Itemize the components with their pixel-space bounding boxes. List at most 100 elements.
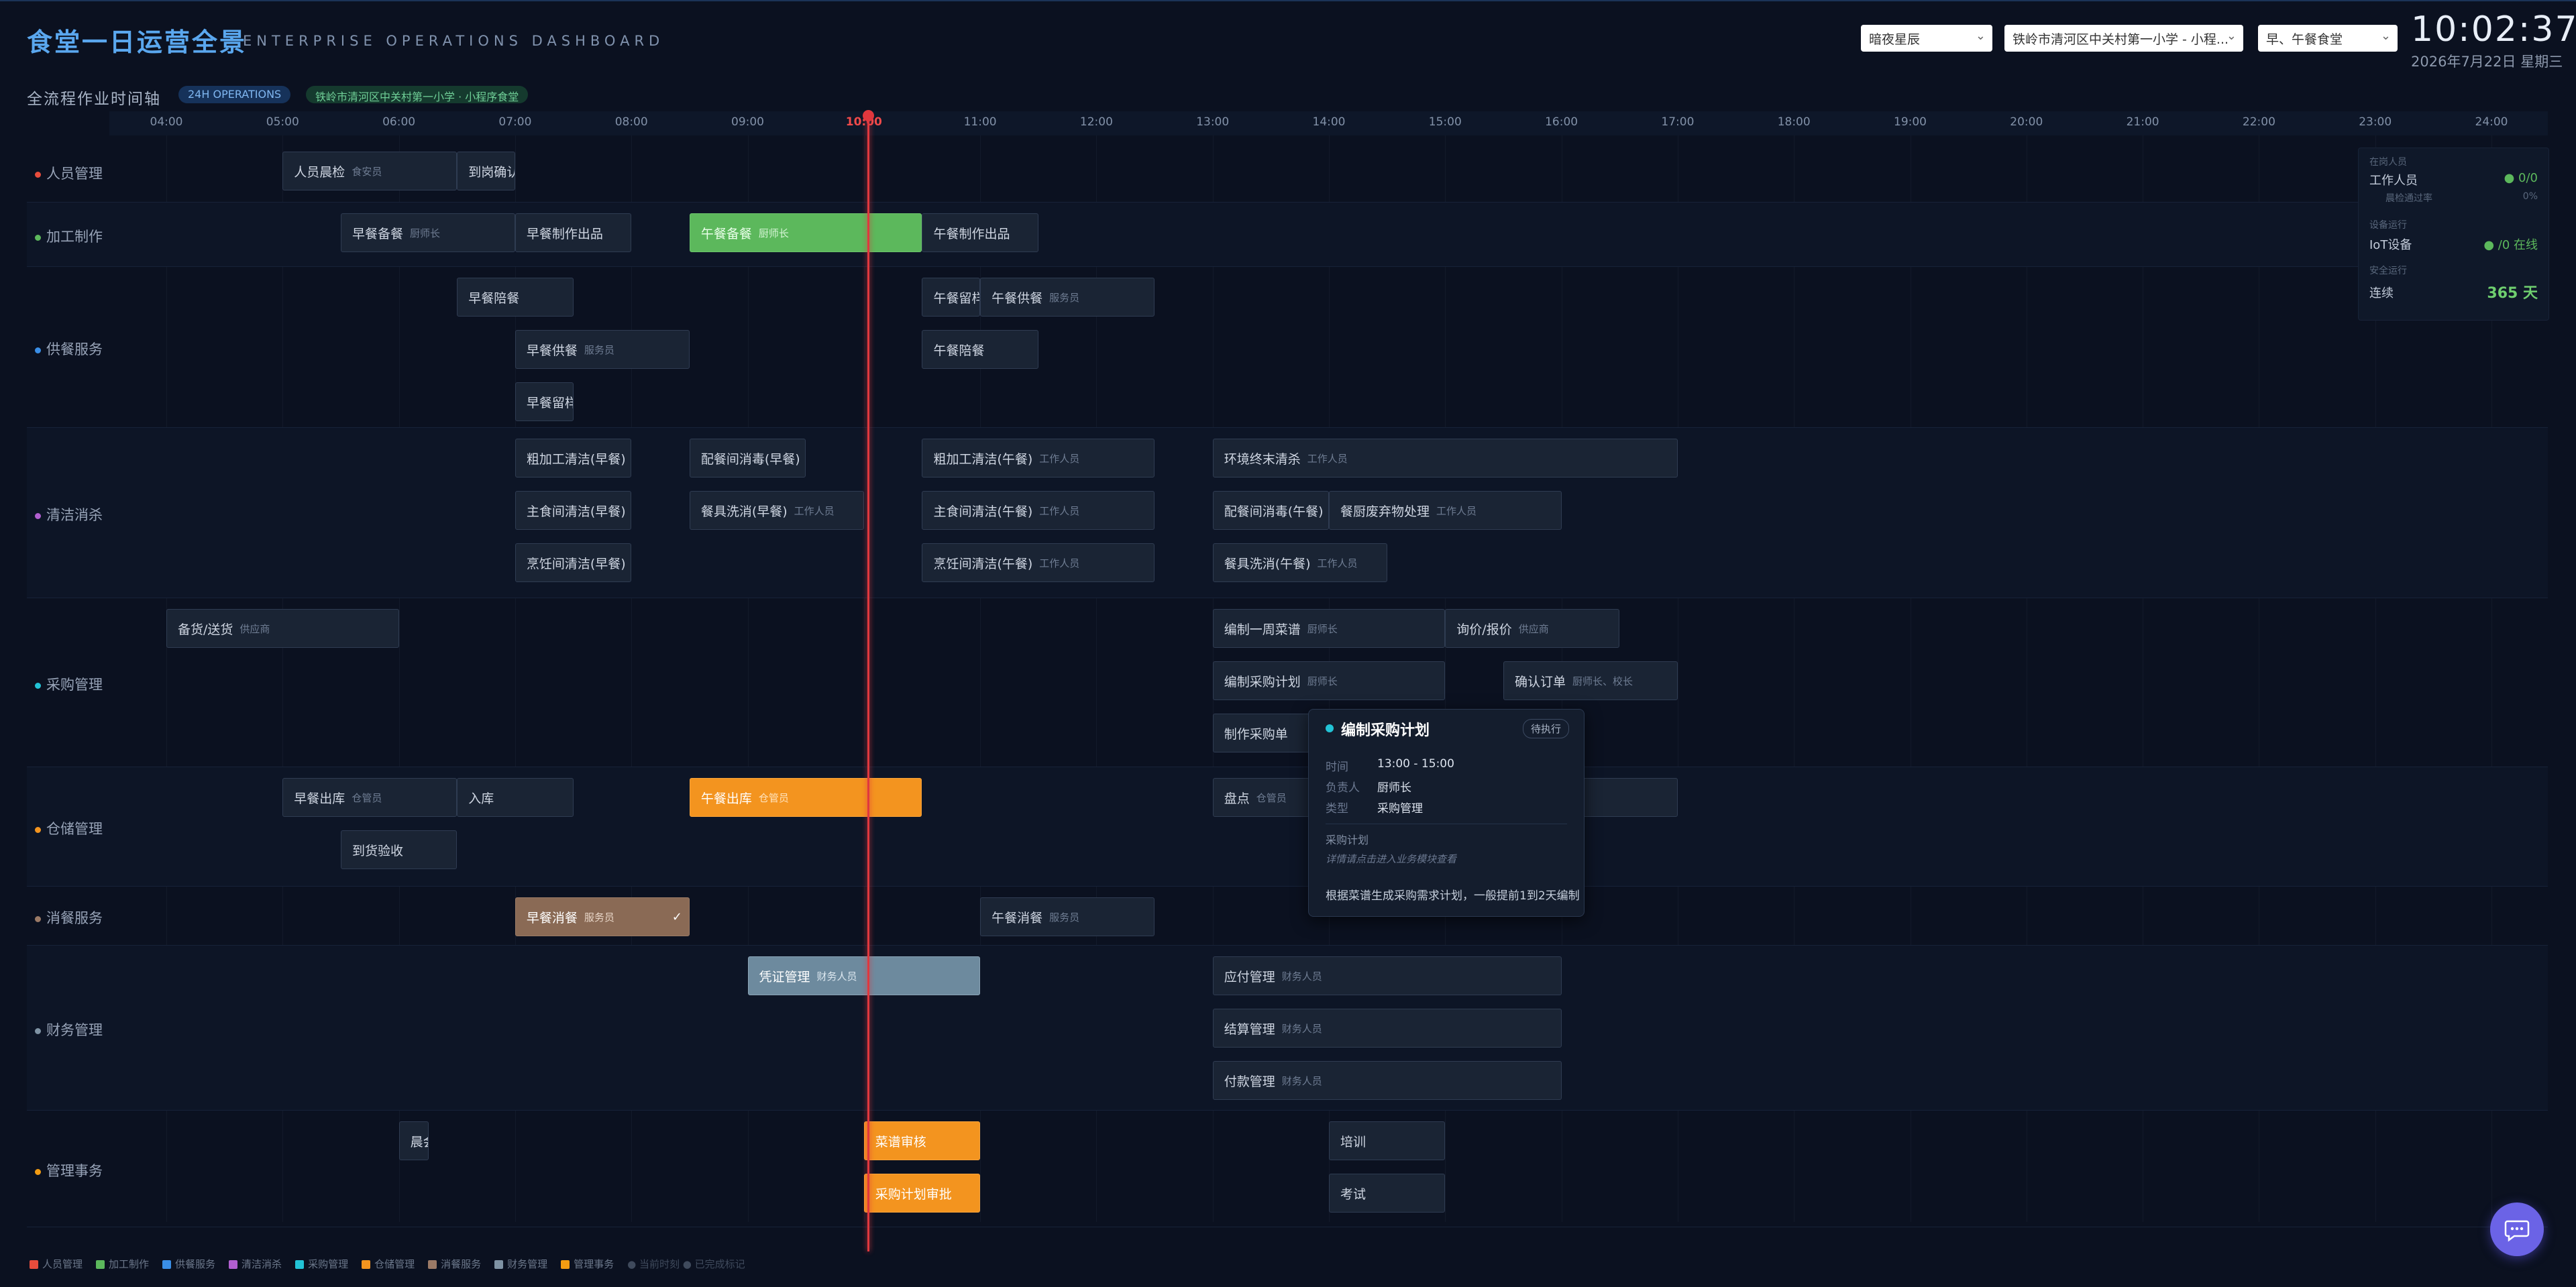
task-bar[interactable]: 考试 [1329, 1174, 1446, 1213]
lane-color-dot [35, 171, 41, 178]
task-bar[interactable]: 午餐消餐 服务员 [980, 897, 1155, 936]
task-bar[interactable]: 烹饪间清洁(早餐) [515, 543, 632, 582]
task-bar[interactable]: 凭证管理 财务人员 [747, 956, 981, 995]
meal-select-value: 早、午餐食堂 [2266, 32, 2343, 47]
time-tick: 14:00 [1312, 115, 1346, 129]
tooltip-status-badge: 待执行 [1522, 719, 1569, 738]
task-bar[interactable]: 主食间清洁(早餐) [515, 491, 632, 530]
task-name: 晨会 [410, 1134, 428, 1150]
task-bar[interactable]: 到货验收 [340, 830, 458, 869]
legend-note: ● 当前时刻 ● 已完成标记 [627, 1258, 745, 1270]
task-bar[interactable]: 早餐备餐 厨师长 [340, 213, 515, 252]
task-bar[interactable]: 早餐供餐 服务员 [515, 330, 690, 369]
task-bar[interactable]: 粗加工清洁(午餐) 工作人员 [922, 439, 1155, 478]
legend-swatch [30, 1260, 38, 1269]
task-name: 早餐消餐 [526, 910, 578, 926]
theme-select[interactable]: 暗夜星辰 ⌄ [1861, 25, 1992, 52]
task-bar[interactable]: 培训 [1329, 1121, 1446, 1160]
task-bar[interactable]: 餐具洗消(午餐) 工作人员 [1212, 543, 1387, 582]
lane-label: 仓储管理 [35, 818, 103, 838]
task-bar[interactable]: 配餐间消毒(午餐) [1212, 491, 1329, 530]
swimlane: 供餐服务 [27, 267, 2548, 428]
legend-swatch [229, 1260, 238, 1269]
task-bar[interactable]: 餐厨废弃物处理 工作人员 [1329, 491, 1562, 530]
task-bar[interactable]: 早餐制作出品 [515, 213, 632, 252]
task-bar[interactable]: 备货/送货 供应商 [166, 609, 399, 648]
task-bar[interactable]: 午餐出库 仓管员 [689, 778, 922, 817]
lane-name: 供餐服务 [46, 341, 103, 357]
task-bar[interactable]: 配餐间消毒(早餐) [689, 439, 806, 478]
task-bar[interactable]: 结算管理 财务人员 [1212, 1009, 1562, 1048]
lane-color-dot [35, 234, 41, 241]
task-bar[interactable]: 早餐消餐 服务员 ✓ [515, 897, 690, 936]
time-axis: 04:00 05:00 06:00 07:00 08:00 09:00 10:00 11:00… [109, 111, 2548, 135]
task-bar[interactable]: 询价/报价 供应商 [1445, 609, 1620, 648]
task-name: 盘点 [1224, 791, 1250, 806]
school-select[interactable]: 铁岭市清河区中关村第一小学 - 小程... ⌄ [2004, 25, 2243, 52]
task-owner: 工作人员 [1039, 504, 1080, 517]
task-owner: 财务人员 [1281, 1022, 1322, 1035]
task-bar[interactable]: 午餐备餐 厨师长 [689, 213, 922, 252]
time-tick: 07:00 [498, 115, 532, 129]
lane-name: 采购管理 [46, 677, 103, 693]
task-owner: 厨师长 [758, 227, 789, 239]
stats-staff-label: 工作人员 [2369, 174, 2418, 188]
task-name: 制作采购单 [1224, 726, 1288, 742]
task-owner: 供应商 [1518, 622, 1549, 635]
task-bar[interactable]: 午餐留样 [922, 278, 981, 317]
task-bar[interactable]: 午餐供餐 服务员 [980, 278, 1155, 317]
task-bar[interactable]: 入库 [457, 778, 574, 817]
task-bar[interactable]: 早餐留样 [515, 382, 574, 421]
time-tick: 20:00 [2010, 115, 2043, 129]
lane-name: 仓储管理 [46, 821, 103, 837]
task-bar[interactable]: 环境终末清杀 工作人员 [1212, 439, 1678, 478]
task-bar[interactable]: 编制一周菜谱 厨师长 [1212, 609, 1446, 648]
tooltip-category-dot [1326, 724, 1334, 732]
task-owner: 食安员 [352, 165, 382, 178]
task-bar[interactable]: 午餐陪餐 [922, 330, 1038, 369]
task-bar[interactable]: 粗加工清洁(早餐) [515, 439, 632, 478]
lane-label: 管理事务 [35, 1160, 103, 1180]
page-title: 食堂一日运营全景 [27, 27, 248, 57]
task-bar[interactable]: 到岗确认 [457, 152, 515, 190]
task-name: 菜谱审核 [875, 1134, 926, 1150]
theme-select-value: 暗夜星辰 [1869, 32, 1921, 47]
legend-item: 财务管理 [494, 1257, 547, 1271]
task-bar[interactable]: 早餐陪餐 [457, 278, 574, 317]
task-bar[interactable]: 编制采购计划 厨师长 [1212, 661, 1446, 700]
task-bar[interactable]: 人员晨检 食安员 [282, 152, 458, 190]
task-name: 环境终末清杀 [1224, 451, 1301, 467]
task-bar[interactable]: 主食间清洁(午餐) 工作人员 [922, 491, 1155, 530]
task-bar[interactable]: 晨会 [398, 1121, 429, 1160]
task-tooltip: 编制采购计划 待执行 时间 13:00 - 15:00 负责人 厨师长 类型 采… [1308, 709, 1585, 917]
meal-select[interactable]: 早、午餐食堂 ⌄ [2258, 25, 2398, 52]
lane-color-dot [35, 1168, 41, 1175]
task-bar[interactable]: 应付管理 财务人员 [1212, 956, 1562, 995]
stats-panel: 在岗人员 工作人员 ● 0/0 晨检通过率 0% 设备运行 IoT设备 ● /0… [2358, 148, 2549, 321]
task-name: 午餐陪餐 [933, 343, 985, 358]
task-bar[interactable]: 烹饪间清洁(午餐) 工作人员 [922, 543, 1155, 582]
task-bar[interactable]: 付款管理 财务人员 [1212, 1061, 1562, 1100]
task-name: 早餐留样 [526, 395, 574, 410]
legend-item: 消餐服务 [428, 1257, 481, 1271]
task-bar[interactable]: 确认订单 厨师长、校长 [1503, 661, 1678, 700]
lane-color-dot [35, 1027, 41, 1034]
task-owner: 财务人员 [1281, 1074, 1322, 1087]
chat-button[interactable] [2490, 1202, 2544, 1256]
task-name: 询价/报价 [1456, 622, 1512, 637]
time-tick: 15:00 [1428, 115, 1462, 129]
legend-swatch [362, 1260, 371, 1269]
task-bar[interactable]: 早餐出库 仓管员 [282, 778, 458, 817]
task-owner: 工作人员 [1039, 452, 1080, 465]
tooltip-type-label: 类型 [1326, 802, 1348, 816]
task-bar[interactable]: 采购计划审批 [863, 1174, 981, 1213]
legend-item: 人员管理 [30, 1257, 83, 1271]
task-name: 到货验收 [352, 843, 403, 858]
task-bar[interactable]: 菜谱审核 [863, 1121, 981, 1160]
task-bar[interactable]: 午餐制作出品 [922, 213, 1038, 252]
task-name: 主食间清洁(午餐) [933, 504, 1033, 519]
chevron-down-icon: ⌄ [1975, 29, 1986, 43]
legend-swatch [96, 1260, 105, 1269]
task-bar[interactable]: 餐具洗消(早餐) 工作人员 [689, 491, 864, 530]
task-name: 午餐供餐 [991, 290, 1043, 306]
